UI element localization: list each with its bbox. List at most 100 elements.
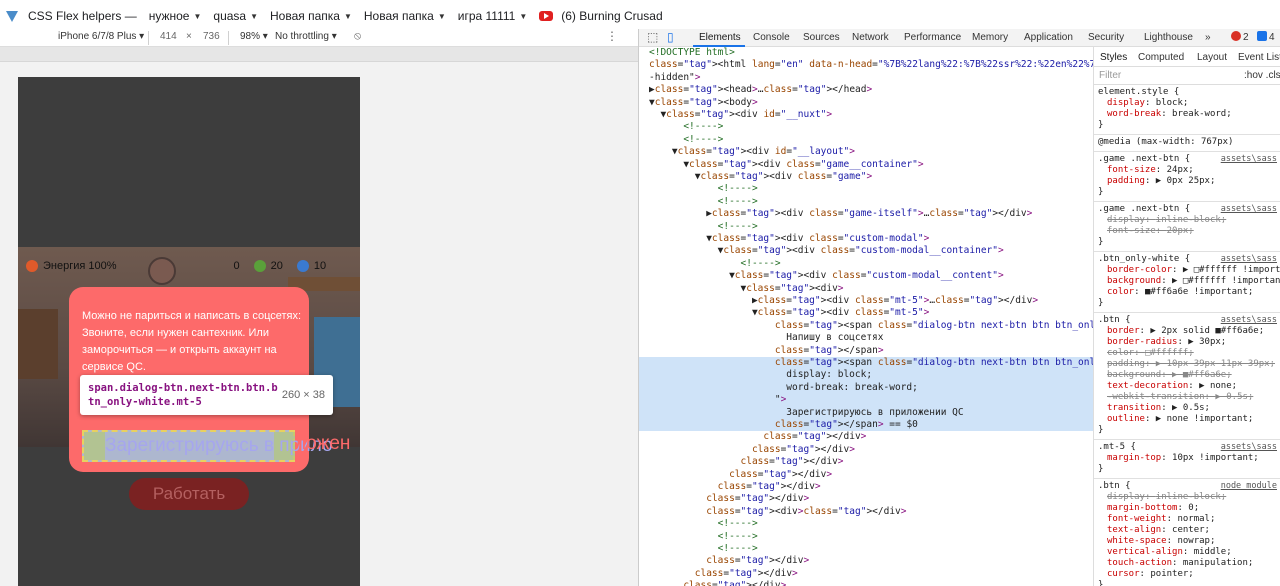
dom-node-line[interactable]: <!---->: [639, 183, 1093, 195]
css-property[interactable]: white-space: nowrap;: [1098, 536, 1277, 547]
dom-node-line[interactable]: ▼class="tag"><div class="custom-modal__c…: [639, 245, 1093, 257]
dom-node-line[interactable]: class="tag"></div>: [639, 580, 1093, 586]
tab-memory[interactable]: Memory: [972, 32, 1008, 43]
css-property[interactable]: padding: ▶ 0px 25px;: [1098, 176, 1277, 187]
dom-node-line[interactable]: ▼class="tag"><body>: [639, 97, 1093, 109]
message-count[interactable]: 4: [1257, 31, 1275, 43]
css-property[interactable]: padding: ▶ 10px 39px 11px 39px;: [1098, 359, 1277, 370]
dom-node-line[interactable]: ▼class="tag"><div class="custom-modal">: [639, 233, 1093, 245]
css-property[interactable]: vertical-align: middle;: [1098, 547, 1277, 558]
bookmark-item[interactable]: CSS Flex helpers —: [6, 9, 137, 23]
css-source-link[interactable]: assets\sass: [1221, 204, 1277, 215]
css-property[interactable]: -webkit-transition: ▶ 0.5s;: [1098, 392, 1277, 403]
css-property[interactable]: font-weight: normal;: [1098, 514, 1277, 525]
css-property[interactable]: font-size: 24px;: [1098, 165, 1277, 176]
dom-node-line[interactable]: ▼class="tag"><div class="game">: [639, 171, 1093, 183]
dom-node-line[interactable]: <!---->: [639, 221, 1093, 233]
tab-application[interactable]: Application: [1024, 32, 1073, 43]
dom-node-line[interactable]: ▼class="tag"><div class="custom-modal__c…: [639, 270, 1093, 282]
dom-node-line[interactable]: Напишу в соцсетях: [639, 332, 1093, 344]
css-property[interactable]: display: block;: [1098, 98, 1277, 109]
tab-network[interactable]: Network: [852, 32, 889, 43]
dom-node-line[interactable]: class="tag"></div>: [639, 469, 1093, 481]
css-source-link[interactable]: assets\sass: [1221, 315, 1277, 326]
dom-node-line[interactable]: class="tag"><div>class="tag"></div>: [639, 506, 1093, 518]
dom-node-line[interactable]: ▼class="tag"><div class="mt-5">: [639, 307, 1093, 319]
bookmark-item[interactable]: Новая папка ▼: [270, 9, 352, 23]
dom-node-line[interactable]: <!---->: [639, 518, 1093, 530]
styles-filter[interactable]: Filter :hov .cls: [1094, 67, 1280, 85]
tab-elements[interactable]: Elements: [699, 32, 741, 43]
dom-node-line[interactable]: class="tag"><span class="dialog-btn next…: [639, 320, 1093, 332]
css-source-link[interactable]: node_module: [1221, 481, 1277, 492]
dom-node-line[interactable]: class="tag"></div>: [639, 444, 1093, 456]
dom-node-line[interactable]: class="tag"></div>: [639, 456, 1093, 468]
tab-lighthouse[interactable]: Lighthouse: [1144, 32, 1193, 43]
css-property[interactable]: border-radius: ▶ 30px;: [1098, 337, 1277, 348]
dom-node-line[interactable]: ">: [639, 394, 1093, 407]
tab-console[interactable]: Console: [753, 32, 790, 43]
css-property[interactable]: transition: ▶ 0.5s;: [1098, 403, 1277, 414]
bookmark-item[interactable]: игра 11111 ▼: [458, 9, 528, 23]
tab-performance[interactable]: Performance: [904, 32, 961, 43]
css-rule[interactable]: .game .next-btn {assets\sass font-size: 2…: [1094, 152, 1280, 202]
more-options-icon[interactable]: ⋮: [606, 29, 618, 43]
css-property[interactable]: text-align: center;: [1098, 525, 1277, 536]
styles-tab-layout[interactable]: Layout: [1197, 52, 1227, 63]
dom-node-line[interactable]: ▼class="tag"><div>: [639, 283, 1093, 295]
css-property[interactable]: margin-top: 10px !important;: [1098, 453, 1277, 464]
width-input[interactable]: 414: [160, 31, 177, 42]
css-property[interactable]: background: ▶ ■#ff6a6e;: [1098, 370, 1277, 381]
zoom-select[interactable]: 98% ▾: [240, 31, 268, 42]
dom-node-line[interactable]: class="tag"></span> == $0: [639, 419, 1093, 432]
dom-node-line[interactable]: class="tag"></div>: [639, 555, 1093, 567]
css-source-link[interactable]: assets\sass: [1221, 442, 1277, 453]
dom-node-line[interactable]: class="tag"><html lang="en" data-n-head=…: [639, 59, 1093, 71]
dom-node-line[interactable]: <!---->: [639, 543, 1093, 555]
elements-tree[interactable]: <!DOCTYPE html> class="tag"><html lang="e…: [639, 47, 1093, 586]
dom-node-line[interactable]: ▼class="tag"><div class="game__container…: [639, 159, 1093, 171]
inspect-icon[interactable]: ⬚: [647, 30, 658, 44]
css-property[interactable]: display: inline-block;: [1098, 492, 1277, 503]
css-property[interactable]: cursor: pointer;: [1098, 569, 1277, 580]
dom-node-line[interactable]: <!---->: [639, 121, 1093, 133]
styles-tab-eventlisteners[interactable]: Event Listeners: [1238, 52, 1280, 63]
dom-node-line[interactable]: class="tag"></div>: [639, 431, 1093, 443]
dom-node-line[interactable]: <!---->: [639, 258, 1093, 270]
css-property[interactable]: font-size: 20px;: [1098, 226, 1277, 237]
css-property[interactable]: touch-action: manipulation;: [1098, 558, 1277, 569]
css-property[interactable]: color: □#ffffff;: [1098, 348, 1277, 359]
styles-tab-computed[interactable]: Computed: [1138, 52, 1184, 63]
dom-node-line[interactable]: class="tag"></div>: [639, 493, 1093, 505]
bookmark-item[interactable]: Новая папка ▼: [364, 9, 446, 23]
css-property[interactable]: text-decoration: ▶ none;: [1098, 381, 1277, 392]
styles-tab-styles[interactable]: Styles: [1100, 52, 1127, 63]
tab-[interactable]: »: [1205, 32, 1211, 43]
dom-node-line[interactable]: -hidden">: [639, 72, 1093, 84]
css-source-link[interactable]: assets\sass: [1221, 254, 1277, 265]
css-property[interactable]: background: ▶ □#ffffff !important;: [1098, 276, 1280, 287]
bookmark-item[interactable]: нужное ▼: [149, 9, 202, 23]
dom-node-line[interactable]: word-break: break-word;: [639, 381, 1093, 395]
css-rule[interactable]: .btn_only-white {assets\sass border-color…: [1094, 252, 1280, 313]
height-input[interactable]: 736: [203, 31, 220, 42]
register-app-button[interactable]: Зарегистрируюсь в прило: [82, 430, 333, 462]
dom-node-line[interactable]: <!---->: [639, 134, 1093, 146]
css-property[interactable]: outline: ▶ none !important;: [1098, 414, 1277, 425]
css-property[interactable]: word-break: break-word;: [1098, 109, 1277, 120]
device-select[interactable]: iPhone 6/7/8 Plus ▾: [58, 31, 144, 42]
dom-node-line[interactable]: class="tag"></div>: [639, 481, 1093, 493]
css-property[interactable]: display: inline-block;: [1098, 215, 1277, 226]
bookmark-item[interactable]: (6) Burning Crusad: [539, 9, 663, 23]
dom-node-line[interactable]: class="tag"><span class="dialog-btn next…: [639, 357, 1093, 370]
dom-node-line[interactable]: ▶class="tag"><div class="mt-5">…class="t…: [639, 295, 1093, 307]
css-property[interactable]: color: ■#ff6a6e !important;: [1098, 287, 1277, 298]
css-property[interactable]: margin-bottom: 0;: [1098, 503, 1277, 514]
dom-node-line[interactable]: Зарегистрируюсь в приложении QC: [639, 406, 1093, 419]
work-button[interactable]: Работать: [129, 478, 249, 510]
css-rule[interactable]: .btn {assets\sass border: ▶ 2px solid ■#f…: [1094, 313, 1280, 440]
error-count[interactable]: 2: [1231, 31, 1249, 43]
dom-node-line[interactable]: class="tag"></div>: [639, 568, 1093, 580]
dom-node-line[interactable]: <!DOCTYPE html>: [639, 47, 1093, 59]
bookmark-item[interactable]: quasa ▼: [213, 9, 258, 23]
